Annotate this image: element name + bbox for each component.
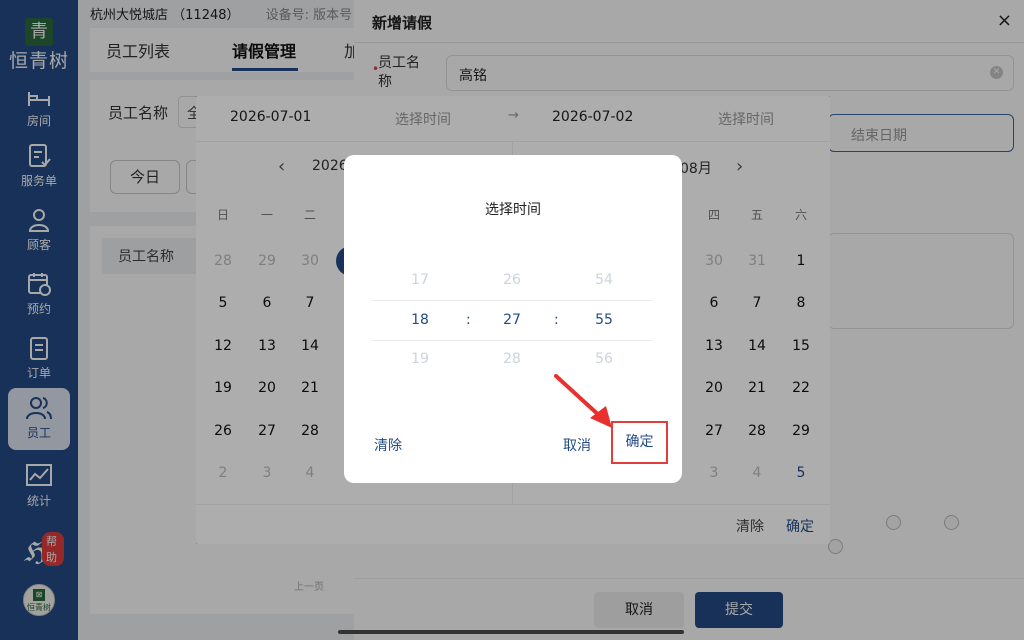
hour-option[interactable]: 19	[390, 351, 450, 367]
second-option[interactable]: 56	[574, 351, 634, 367]
time-separator: :	[466, 312, 471, 328]
selection-line	[372, 340, 652, 341]
annotation-arrow-icon	[554, 374, 612, 428]
minute-option[interactable]: 28	[482, 351, 542, 367]
hour-selected[interactable]: 18	[390, 312, 450, 328]
time-clear-button[interactable]: 清除	[374, 435, 402, 455]
minute-selected[interactable]: 27	[482, 312, 542, 328]
selection-line	[372, 300, 652, 301]
time-cancel-button[interactable]: 取消	[563, 435, 591, 455]
second-selected[interactable]: 55	[574, 312, 634, 328]
hour-option[interactable]: 17	[390, 272, 450, 288]
time-separator: :	[554, 312, 559, 328]
time-dialog-title: 选择时间	[485, 202, 541, 218]
second-option[interactable]: 54	[574, 272, 634, 288]
home-indicator	[338, 630, 684, 634]
minute-option[interactable]: 26	[482, 272, 542, 288]
time-picker-dialog: 选择时间 17 18 19 : 26 27 28 : 54 55 56 清除 取…	[344, 155, 682, 483]
